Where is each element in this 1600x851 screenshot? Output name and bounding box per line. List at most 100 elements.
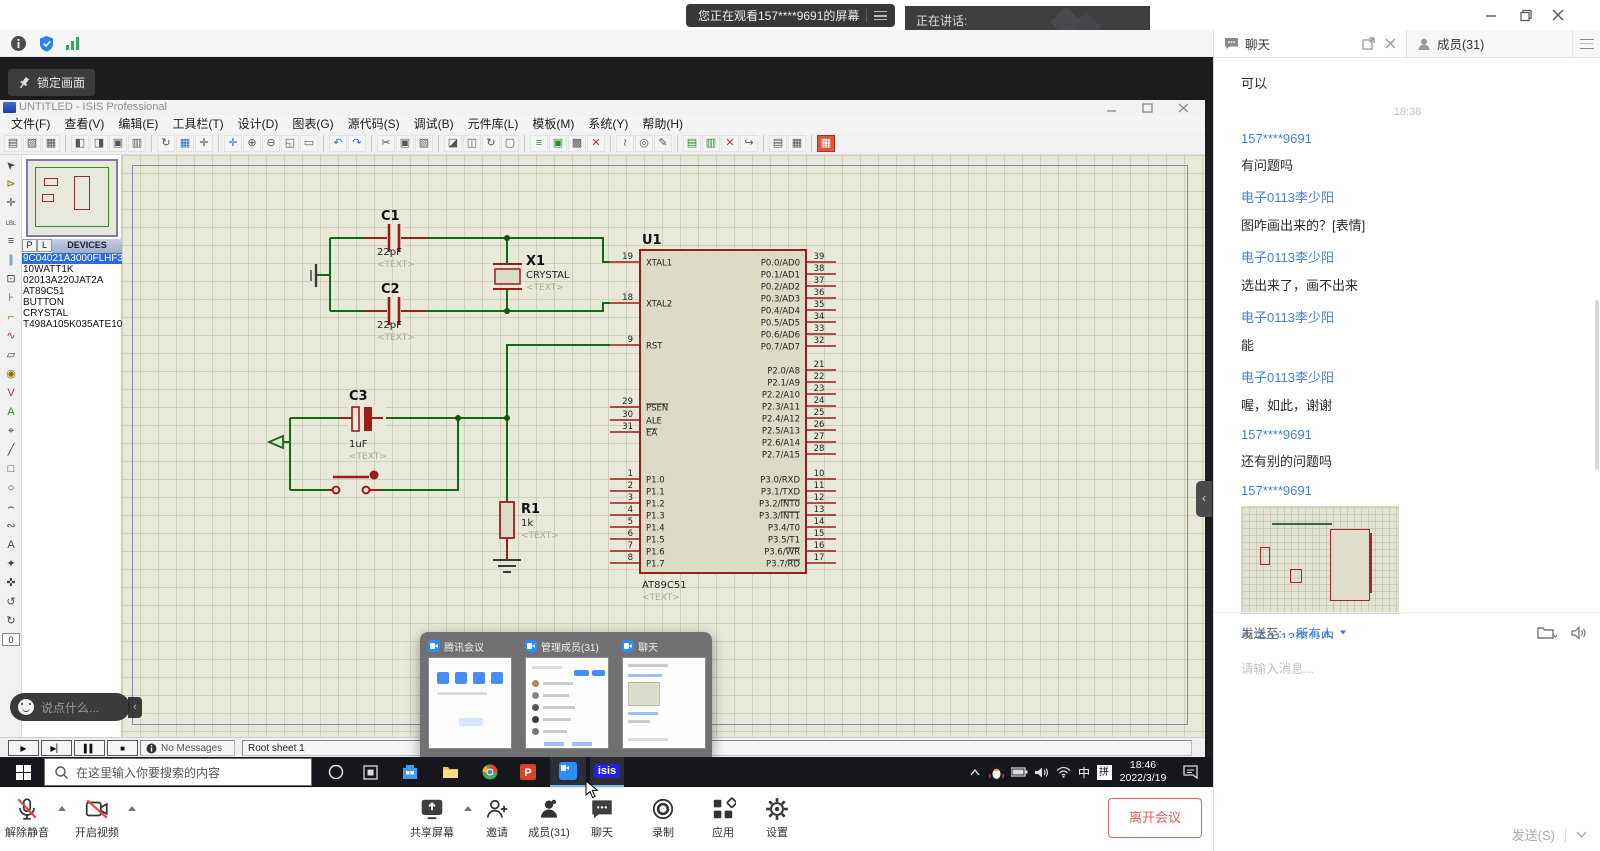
- start-button[interactable]: [8, 757, 38, 787]
- block-move-icon[interactable]: ◫: [463, 135, 481, 152]
- send-button[interactable]: 发送(S): [1512, 825, 1555, 844]
- import-section-icon[interactable]: ◧: [71, 135, 89, 152]
- print-icon[interactable]: ▣: [109, 135, 127, 152]
- network-signal-icon[interactable]: [64, 35, 81, 57]
- record-button[interactable]: 录制: [634, 796, 692, 840]
- chat-button[interactable]: 聊天: [573, 796, 631, 840]
- device-list-item[interactable]: 10WATT1K: [22, 264, 122, 275]
- ime-language-indicator[interactable]: 中: [1074, 757, 1094, 787]
- video-options-caret[interactable]: [128, 806, 136, 811]
- pick-device-icon[interactable]: ≡: [530, 135, 548, 152]
- text-script-icon[interactable]: ≡: [1, 233, 21, 250]
- selection-tool-icon[interactable]: ➤: [1, 157, 21, 174]
- 2d-arc-icon[interactable]: ⌢: [1, 499, 21, 516]
- save-design-icon[interactable]: ▦: [42, 135, 60, 152]
- menu-item[interactable]: 源代码(S): [341, 115, 407, 132]
- tab-chat[interactable]: 聊天: [1214, 30, 1407, 57]
- chat-message-list[interactable]: 可以18:38157****9691有问题吗电子0113李少阳图咋画出来的？[表…: [1214, 58, 1594, 638]
- device-list-item[interactable]: BUTTON: [22, 297, 122, 308]
- chat-scrollbar[interactable]: [1595, 300, 1599, 470]
- make-device-icon[interactable]: ▣: [549, 135, 567, 152]
- menu-item[interactable]: 编辑(E): [111, 115, 165, 132]
- menu-item[interactable]: 查看(V): [57, 115, 111, 132]
- device-pin-icon[interactable]: ⌐: [1, 309, 21, 326]
- apps-button[interactable]: 应用: [694, 796, 752, 840]
- preview-card-members[interactable]: 管理成员(31): [525, 638, 613, 749]
- tray-expand-icon[interactable]: [966, 757, 984, 787]
- tencent-meeting-taskbar-icon[interactable]: [550, 757, 586, 787]
- pause-button[interactable]: ▌▌: [74, 740, 105, 756]
- 2d-box-icon[interactable]: □: [1, 461, 21, 478]
- menu-item[interactable]: 文件(F): [4, 115, 57, 132]
- send-file-icon[interactable]: [1537, 625, 1557, 640]
- lock-screen-button[interactable]: 锁定画面: [8, 69, 95, 96]
- packaging-tool-icon[interactable]: ▩: [568, 135, 586, 152]
- menu-item[interactable]: 工具栏(T): [165, 115, 230, 132]
- devices-l-button[interactable]: L: [37, 239, 52, 252]
- cortana-button[interactable]: [322, 757, 350, 787]
- message-input[interactable]: 请输入消息...: [1241, 658, 1587, 677]
- 2d-circle-icon[interactable]: ○: [1, 480, 21, 497]
- menu-item[interactable]: 模板(M): [525, 115, 581, 132]
- minimize-button[interactable]: [1484, 8, 1498, 22]
- popout-icon[interactable]: [1362, 37, 1375, 50]
- say-something-placeholder[interactable]: 说点什么...: [41, 699, 99, 716]
- property-assign-icon[interactable]: ✎: [654, 135, 672, 152]
- redraw-icon[interactable]: ↻: [157, 135, 175, 152]
- copy-icon[interactable]: ▣: [396, 135, 414, 152]
- play-button[interactable]: ▶: [8, 740, 39, 756]
- new-sheet-icon[interactable]: ▥: [702, 135, 720, 152]
- menu-item[interactable]: 调试(B): [407, 115, 461, 132]
- device-list-item[interactable]: AT89C51: [22, 286, 122, 297]
- zoom-all-icon[interactable]: ◱: [281, 135, 299, 152]
- rotate-cw-icon[interactable]: ↻: [1, 613, 21, 630]
- rotation-angle-field[interactable]: 0: [2, 633, 20, 646]
- maximize-button[interactable]: [1519, 8, 1533, 22]
- remove-sheet-icon[interactable]: ✕: [721, 135, 739, 152]
- rotate-ccw-icon[interactable]: ↺: [1, 594, 21, 611]
- current-probe-icon[interactable]: A: [1, 404, 21, 421]
- close-button[interactable]: [1551, 8, 1565, 22]
- chat-image-circuit-screenshot[interactable]: [1241, 506, 1399, 614]
- undo-icon[interactable]: ↶: [329, 135, 347, 152]
- qq-tray-icon[interactable]: [986, 757, 1006, 787]
- sound-icon[interactable]: [1571, 626, 1587, 640]
- generator-icon[interactable]: ◉: [1, 366, 21, 383]
- panel-menu-button[interactable]: [1573, 30, 1600, 57]
- export-section-icon[interactable]: ◨: [90, 135, 108, 152]
- toggle-grid-icon[interactable]: ▦: [176, 135, 194, 152]
- taskbar-search[interactable]: 在这里输入你要搜索的内容: [44, 758, 312, 786]
- settings-button[interactable]: 设置: [748, 796, 806, 840]
- block-rotate-icon[interactable]: ↻: [482, 135, 500, 152]
- reaction-bar-collapse-icon[interactable]: ‹: [128, 697, 142, 718]
- graph-tool-icon[interactable]: ∿: [1, 328, 21, 345]
- leave-meeting-button[interactable]: 离开会议: [1108, 798, 1202, 838]
- tab-members[interactable]: 成员(31): [1407, 30, 1573, 57]
- component-tool-icon[interactable]: ⊳: [1, 176, 21, 193]
- invite-button[interactable]: 邀请: [468, 796, 526, 840]
- step-button[interactable]: ▶▏: [41, 740, 72, 756]
- subcircuit-icon[interactable]: ⊡: [1, 271, 21, 288]
- start-video-button[interactable]: 开启视频: [68, 796, 126, 840]
- security-shield-icon[interactable]: [38, 35, 55, 57]
- send-to-selector[interactable]: 所有人: [1296, 623, 1334, 642]
- device-list-item[interactable]: T498A105K035ATE10K: [22, 319, 122, 330]
- meeting-info-icon[interactable]: [10, 35, 27, 57]
- send-to-caret[interactable]: [1339, 631, 1345, 635]
- quick-reaction-bar[interactable]: 说点什么...: [10, 693, 130, 721]
- cut-icon[interactable]: ✂: [377, 135, 395, 152]
- share-screen-button[interactable]: 共享屏幕: [403, 796, 461, 840]
- new-design-icon[interactable]: ▤: [4, 135, 22, 152]
- 2d-symbol-icon[interactable]: ✦: [1, 556, 21, 573]
- device-list-item[interactable]: 02013A220JAT2A: [22, 275, 122, 286]
- paste-icon[interactable]: ▧: [415, 135, 433, 152]
- menu-item[interactable]: 元件库(L): [461, 115, 526, 132]
- file-explorer-icon[interactable]: [436, 757, 464, 787]
- chrome-icon[interactable]: [476, 757, 504, 787]
- taskbar-clock[interactable]: 18:46 2022/3/19: [1114, 757, 1172, 787]
- menu-item[interactable]: 系统(Y): [581, 115, 635, 132]
- stop-button[interactable]: ■: [107, 740, 138, 756]
- devices-p-button[interactable]: P: [22, 239, 37, 252]
- design-explorer-icon[interactable]: ▤: [683, 135, 701, 152]
- menu-item[interactable]: 设计(D): [231, 115, 286, 132]
